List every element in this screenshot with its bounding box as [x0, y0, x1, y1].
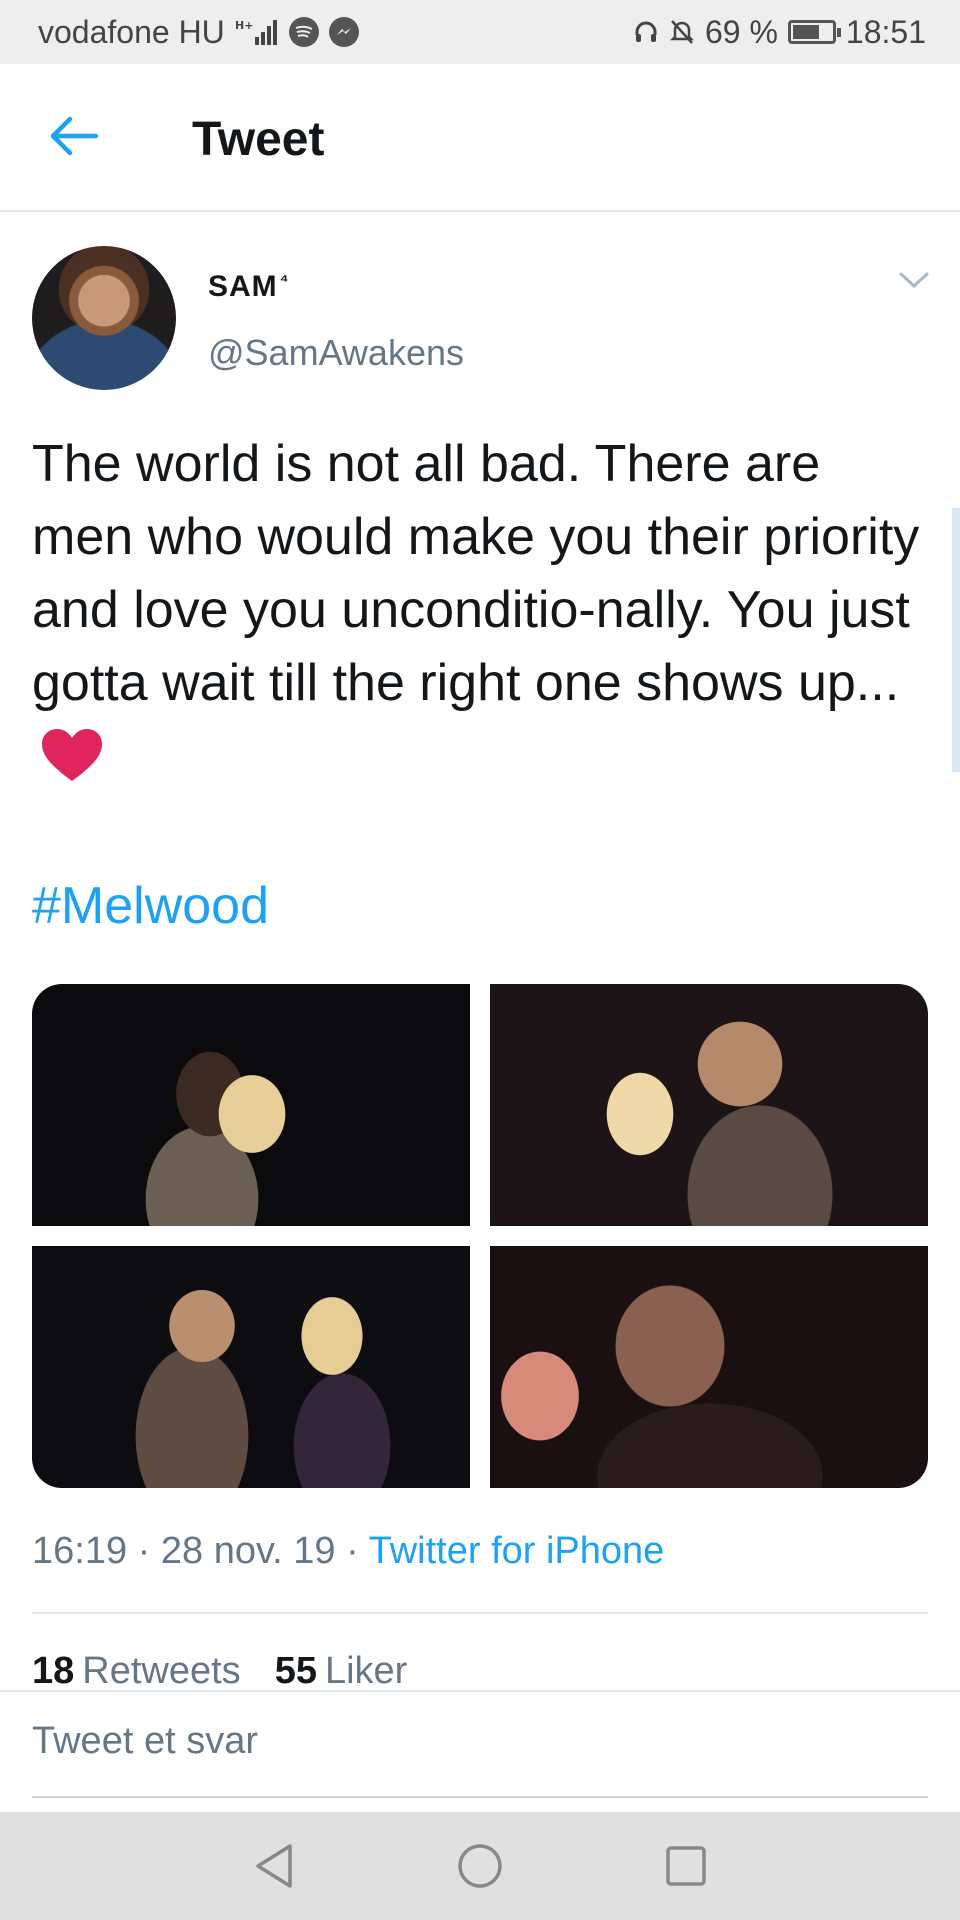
author-name[interactable]: SAM ⁴ — [208, 270, 290, 304]
battery-level-fill — [792, 25, 820, 39]
author-handle[interactable]: @SamAwakens — [208, 332, 464, 374]
tweet-source-link[interactable]: Twitter for iPhone — [369, 1530, 665, 1572]
retweets-label: Retweets — [82, 1650, 241, 1692]
system-nav-bar — [0, 1812, 960, 1920]
reply-bar: Tweet et svar — [0, 1690, 960, 1812]
media-grid — [32, 984, 928, 1488]
battery-percent: 69 % — [704, 13, 778, 50]
divider — [32, 1612, 928, 1614]
signal-type-label: H+ — [235, 19, 253, 32]
reply-underline — [32, 1796, 928, 1798]
tweet-text: The world is not all bad. There are men … — [32, 428, 932, 793]
meta-separator: · — [346, 1530, 359, 1572]
likes-count: 55 — [274, 1650, 317, 1692]
reply-input[interactable]: Tweet et svar — [32, 1720, 258, 1763]
nav-recents-icon[interactable] — [658, 1838, 714, 1894]
author-avatar[interactable] — [32, 246, 176, 390]
likes-label: Liker — [324, 1650, 408, 1692]
hashtag-link[interactable]: #Melwood — [32, 876, 269, 936]
tweet-meta: 16:19 · 28 nov. 19 · Twitter for iPhone — [32, 1530, 664, 1573]
retweets-count: 18 — [32, 1650, 75, 1692]
clock: 18:51 — [845, 13, 926, 50]
author-name-text: SAM — [208, 270, 278, 303]
headphones-icon — [633, 19, 659, 45]
mute-bell-icon — [669, 18, 695, 46]
heart-emoji-icon — [40, 727, 104, 783]
carrier-label: vodafone HU — [38, 13, 225, 50]
scrollbar[interactable] — [952, 508, 960, 772]
status-bar-right: 69 % 18:51 — [633, 14, 926, 51]
nav-back-icon[interactable] — [246, 1838, 302, 1894]
spotify-icon — [288, 17, 319, 47]
battery-icon — [787, 20, 841, 44]
back-arrow-icon[interactable] — [48, 114, 100, 158]
status-bar: vodafone HU H+ 69 % 18:51 — [0, 0, 960, 64]
media-photo-4[interactable] — [490, 1246, 928, 1488]
meta-separator: · — [137, 1530, 151, 1572]
media-photo-1[interactable] — [32, 984, 470, 1226]
media-photo-3[interactable] — [32, 1246, 470, 1488]
signal-icon: H+ — [235, 17, 279, 47]
messenger-icon — [328, 17, 359, 47]
top-bar: Tweet — [0, 64, 960, 212]
tweet-date: 28 nov. 19 — [160, 1530, 336, 1572]
status-bar-left: vodafone HU H+ — [38, 14, 359, 51]
tweet-time: 16:19 — [32, 1530, 128, 1572]
media-photo-2[interactable] — [490, 984, 928, 1226]
tweet-text-content: The world is not all bad. There are men … — [32, 435, 920, 712]
author-name-mark: ⁴ — [279, 270, 290, 290]
tweet-stats: 18 Retweets 55 Liker — [32, 1650, 407, 1693]
retweets-stat[interactable]: 18 Retweets — [32, 1650, 241, 1693]
likes-stat[interactable]: 55 Liker — [275, 1650, 408, 1693]
page-title: Tweet — [192, 113, 325, 166]
chevron-down-icon[interactable] — [898, 270, 930, 290]
nav-home-icon[interactable] — [452, 1838, 508, 1894]
